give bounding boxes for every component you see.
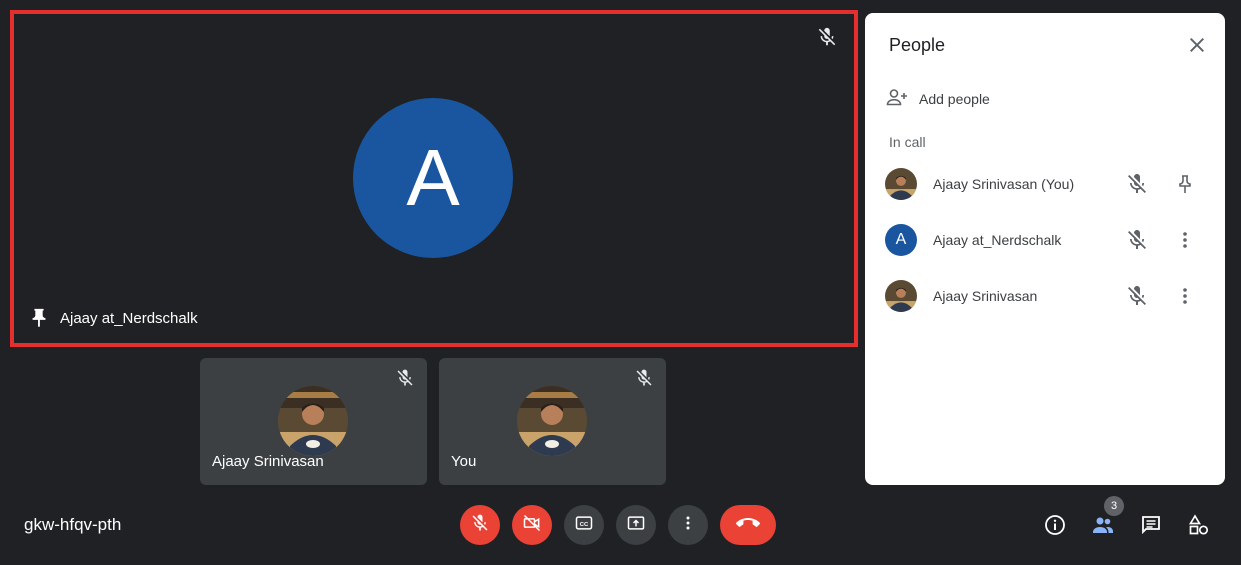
present-screen-icon — [626, 513, 646, 538]
camera-toggle-button[interactable] — [512, 505, 552, 545]
main-video-tile[interactable]: A Ajaay at_Nerdschalk — [10, 10, 858, 347]
participant-photo — [278, 386, 348, 456]
mic-off-icon — [634, 368, 654, 388]
activities-icon[interactable] — [1187, 513, 1211, 537]
in-call-heading: In call — [889, 134, 926, 150]
participant-tile[interactable]: Ajaay Srinivasan — [200, 358, 427, 485]
pin-icon — [28, 307, 50, 329]
hang-up-icon — [736, 511, 760, 540]
participant-name: Ajaay at_Nerdschalk — [933, 232, 1062, 248]
mic-toggle-button[interactable] — [460, 505, 500, 545]
participant-tile-self[interactable]: You — [439, 358, 666, 485]
pin-icon[interactable] — [1173, 172, 1197, 196]
participant-name: Ajaay Srinivasan — [212, 453, 324, 470]
participant-photo — [517, 386, 587, 456]
participant-name: Ajaay Srinivasan — [933, 288, 1038, 304]
add-people-label: Add people — [919, 90, 990, 107]
more-options-icon — [678, 513, 698, 538]
add-people-button[interactable]: Add people — [885, 85, 990, 112]
present-screen-button[interactable] — [616, 505, 656, 545]
participant-row[interactable]: Ajaay Srinivasan — [885, 276, 1205, 316]
captions-icon: CC — [574, 513, 594, 538]
captions-button[interactable]: CC — [564, 505, 604, 545]
mic-off-icon — [1125, 172, 1149, 196]
more-vert-icon[interactable] — [1173, 284, 1197, 308]
people-panel: People Add people In call Ajaay Srinivas… — [865, 13, 1225, 485]
more-options-button[interactable] — [668, 505, 708, 545]
mic-off-icon — [470, 513, 490, 538]
mic-off-icon — [1125, 284, 1149, 308]
close-icon[interactable] — [1185, 33, 1209, 57]
people-icon[interactable] — [1091, 513, 1115, 537]
chat-icon[interactable] — [1139, 513, 1163, 537]
svg-text:CC: CC — [580, 521, 589, 527]
mic-off-icon — [816, 26, 838, 48]
participant-avatar: A — [885, 224, 917, 256]
panel-title: People — [889, 35, 946, 55]
person-add-icon — [885, 85, 909, 112]
more-vert-icon[interactable] — [1173, 228, 1197, 252]
participant-row[interactable]: A Ajaay at_Nerdschalk — [885, 220, 1205, 260]
mic-off-icon — [1125, 228, 1149, 252]
participant-photo — [885, 280, 917, 312]
people-count-badge: 3 — [1104, 496, 1124, 516]
mic-off-icon — [395, 368, 415, 388]
info-icon[interactable] — [1043, 513, 1067, 537]
meeting-code: gkw-hfqv-pth — [24, 515, 122, 534]
hang-up-button[interactable] — [720, 505, 776, 545]
participant-name: You — [451, 453, 477, 470]
camera-off-icon — [522, 513, 542, 538]
participant-row[interactable]: Ajaay Srinivasan (You) — [885, 164, 1205, 204]
participant-photo — [885, 168, 917, 200]
main-avatar: A — [353, 98, 513, 258]
participant-name: Ajaay Srinivasan (You) — [933, 176, 1075, 192]
main-participant-name: Ajaay at_Nerdschalk — [60, 310, 198, 327]
